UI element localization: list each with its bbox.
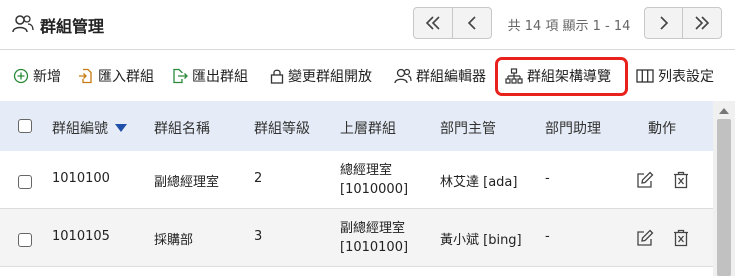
list-settings-button[interactable]: 列表設定: [636, 66, 714, 86]
add-button[interactable]: 新增: [13, 66, 61, 86]
header-code-label: 群組編號: [52, 121, 108, 137]
highlight-box: [495, 57, 628, 96]
pager-info: 共 14 項 顯示 1 - 14: [507, 19, 631, 34]
cell-parent-code: [1010000]: [340, 182, 409, 197]
row-checkbox[interactable]: [18, 233, 32, 247]
export-label: 匯出群組: [192, 69, 248, 85]
caret-up-icon: [719, 107, 729, 114]
trash-icon[interactable]: [673, 229, 689, 247]
lock-icon: [270, 69, 284, 84]
cell-assistant: -: [545, 229, 550, 244]
vertical-scrollbar[interactable]: [713, 101, 735, 276]
cell-assistant: -: [545, 171, 550, 186]
header-level[interactable]: 群組等級: [254, 118, 310, 138]
select-all-checkbox[interactable]: [18, 119, 32, 133]
cell-name: 副總經理室: [154, 175, 220, 190]
double-chevron-left-icon: [425, 16, 440, 30]
first-page-button[interactable]: [413, 7, 453, 39]
import-label: 匯入群組: [98, 69, 154, 85]
row-checkbox[interactable]: [18, 175, 32, 189]
cell-parent-name: 副總經理室: [340, 221, 406, 236]
header-actions: 動作: [648, 121, 676, 137]
cell-parent-code: [1010100]: [340, 240, 409, 255]
prev-page-button[interactable]: [452, 7, 492, 39]
export-group-button[interactable]: 匯出群組: [172, 66, 248, 86]
table-row: 1010100 副總經理室 2 總經理室 [1010000] 林艾達 [ada]…: [0, 151, 713, 209]
table-header: 群組編號 群組名稱 群組等級 上層群組 部門主管 部門助理 動作: [0, 101, 713, 151]
cell-name: 採購部: [154, 233, 194, 248]
header-manager[interactable]: 部門主管: [440, 118, 496, 138]
double-chevron-right-icon: [695, 16, 710, 30]
table-row: 1010105 採購部 3 副總經理室 [1010100] 黃小斌 [bing]…: [0, 209, 713, 267]
cell-parent: 副總經理室 [1010100]: [340, 219, 408, 257]
header-parent[interactable]: 上層群組: [340, 118, 396, 138]
page-title: 群組管理: [40, 17, 105, 36]
editor-label: 群組編輯器: [416, 69, 486, 85]
scroll-up-arrow[interactable]: [713, 101, 735, 119]
cell-level: 2: [254, 171, 263, 186]
cell-level: 3: [254, 229, 263, 244]
change-open-label: 變更群組開放: [288, 69, 372, 85]
file-import-icon: [79, 68, 92, 84]
chevron-right-icon: [659, 16, 668, 30]
chevron-left-icon: [467, 16, 476, 30]
header-code[interactable]: 群組編號: [52, 118, 128, 138]
next-page-button[interactable]: [644, 7, 683, 39]
page-header: 群組管理 共 14 項 顯示 1 - 14: [0, 0, 735, 50]
header-name[interactable]: 群組名稱: [154, 118, 210, 138]
header-divider: [0, 49, 735, 50]
cell-parent: 總經理室 [1010000]: [340, 161, 408, 199]
last-page-button[interactable]: [682, 7, 722, 39]
users-icon: [12, 15, 34, 33]
plus-circle-icon: [13, 68, 29, 84]
add-label: 新增: [33, 69, 61, 85]
edit-icon[interactable]: [636, 171, 654, 189]
columns-icon: [636, 69, 654, 83]
cell-manager: 黃小斌 [bing]: [440, 233, 522, 248]
trash-icon[interactable]: [673, 171, 689, 189]
group-editor-button[interactable]: 群組編輯器: [394, 66, 486, 86]
file-export-icon: [173, 68, 188, 84]
header-assistant[interactable]: 部門助理: [545, 118, 601, 138]
change-group-open-button[interactable]: 變更群組開放: [270, 66, 372, 86]
scrollbar-thumb[interactable]: [717, 119, 731, 276]
cell-code: 1010100: [52, 171, 110, 186]
caret-down-icon: [115, 124, 127, 132]
columns-label: 列表設定: [658, 69, 714, 85]
cell-code: 1010105: [52, 229, 110, 244]
cell-parent-name: 總經理室: [340, 163, 393, 178]
users-icon: [394, 68, 412, 84]
import-group-button[interactable]: 匯入群組: [78, 66, 154, 86]
row-divider: [0, 266, 713, 267]
edit-icon[interactable]: [636, 229, 654, 247]
cell-manager: 林艾達 [ada]: [440, 175, 518, 190]
